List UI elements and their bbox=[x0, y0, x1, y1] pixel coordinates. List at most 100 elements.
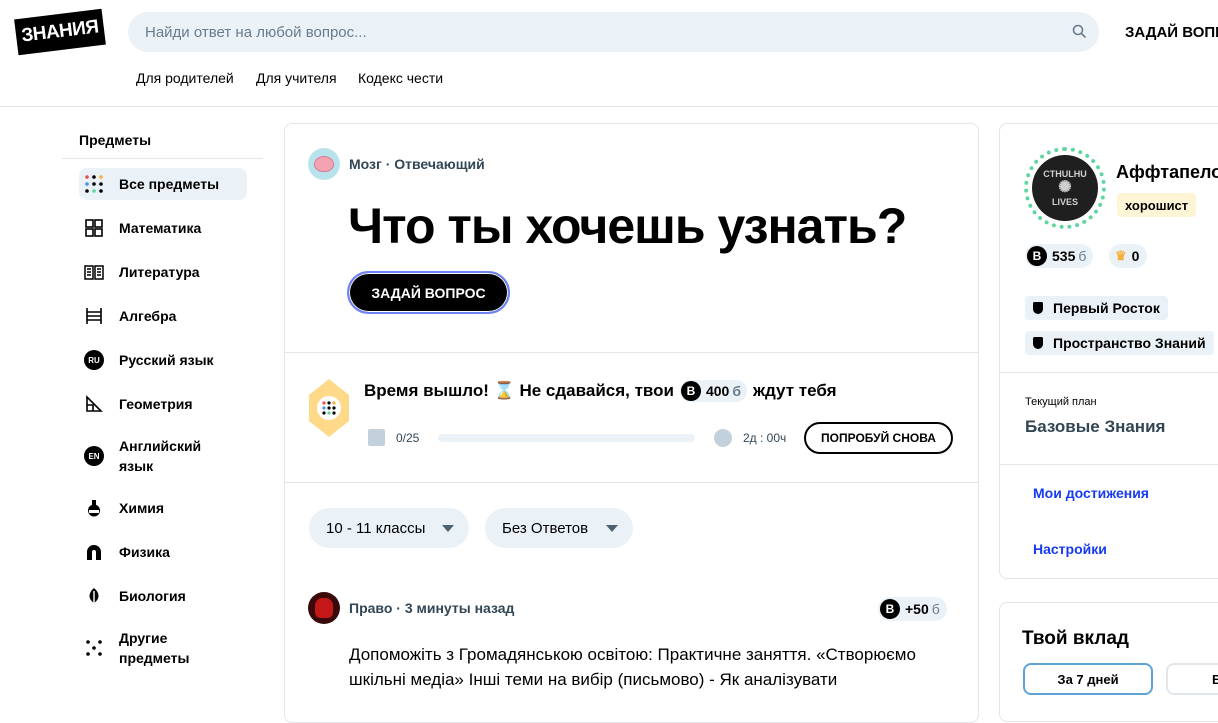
biology-icon bbox=[84, 586, 104, 606]
crown-icon: ♛ bbox=[1115, 248, 1127, 263]
search-icon[interactable] bbox=[1072, 24, 1086, 38]
challenge-text-before: Время вышло! ⌛ Не сдавайся, твои bbox=[364, 381, 674, 400]
username[interactable]: Аффтапело bbox=[1116, 162, 1218, 183]
en-badge: EN bbox=[84, 446, 104, 466]
sidebar-item-biology[interactable]: Биология bbox=[79, 586, 247, 606]
sidebar-item-label: Русский язык bbox=[119, 352, 214, 368]
tab-7-days[interactable]: За 7 дней bbox=[1023, 663, 1153, 695]
challenge-progress-text: 0/25 bbox=[396, 431, 420, 445]
sidebar-item-label: Физика bbox=[119, 544, 170, 560]
profile-divider bbox=[1000, 372, 1218, 373]
sidebar-item-math[interactable]: Математика bbox=[79, 218, 247, 238]
questions-icon bbox=[368, 429, 385, 446]
avatar-text-line2: LIVES bbox=[1051, 197, 1078, 207]
sidebar-item-label-line2: предметы bbox=[119, 650, 190, 666]
challenge-progress-bar bbox=[438, 434, 695, 442]
points-coin-icon: B bbox=[880, 599, 900, 619]
section-divider bbox=[285, 352, 978, 353]
challenge-hexagon-icon bbox=[309, 379, 349, 437]
profile-avatar[interactable]: CTHULHU ✺ LIVES bbox=[1024, 147, 1106, 229]
ask-question-header-button[interactable]: ЗАДАЙ ВОПРО bbox=[1125, 24, 1218, 41]
sidebar-item-literature[interactable]: Литература bbox=[79, 262, 247, 282]
challenge-text-after: ждут тебя bbox=[753, 381, 837, 400]
sidebar-item-label: Геометрия bbox=[119, 396, 193, 412]
sidebar-item-label-line1: Другие bbox=[119, 630, 168, 646]
question-meta: Право · 3 минуты назад bbox=[349, 600, 515, 616]
question-points-pill: B +50 б bbox=[878, 597, 947, 621]
nav-parents-link[interactable]: Для родителей bbox=[136, 70, 234, 86]
sidebar-item-label: Химия bbox=[119, 500, 165, 516]
challenge-points-value: 400 bbox=[705, 383, 730, 399]
question-points-value: +50 bbox=[905, 601, 929, 617]
math-icon bbox=[84, 218, 104, 238]
profile-points-unit: б bbox=[1078, 248, 1087, 264]
achievement-label: Первый Росток bbox=[1053, 300, 1160, 316]
sidebar-divider bbox=[62, 158, 263, 159]
sidebar-item-other-subjects[interactable]: Другие предметы bbox=[79, 628, 247, 668]
retry-challenge-button[interactable]: ПОПРОБУЙ СНОВА bbox=[804, 422, 953, 454]
shield-icon bbox=[1033, 337, 1043, 349]
geometry-icon bbox=[84, 394, 104, 414]
challenge-message: Время вышло! ⌛ Не сдавайся, твои B 400 б… bbox=[364, 380, 837, 402]
status-filter-value: Без Ответов bbox=[502, 519, 589, 537]
sidebar-item-russian[interactable]: RU Русский язык bbox=[79, 350, 247, 370]
question-text-link[interactable]: Допоможіть з Громадянською освітою: Прак… bbox=[349, 642, 959, 692]
sidebar-item-label: Математика bbox=[119, 220, 202, 236]
question-subject-avatar bbox=[308, 592, 340, 624]
user-rank-label: Мозг · Отвечающий bbox=[349, 156, 485, 172]
ru-icon: RU bbox=[84, 350, 104, 370]
sidebar-item-physics[interactable]: Физика bbox=[79, 542, 247, 562]
chemistry-icon bbox=[84, 498, 104, 518]
ask-question-button[interactable]: ЗАДАЙ ВОПРОС bbox=[347, 271, 510, 314]
en-icon: EN bbox=[84, 446, 104, 466]
challenge-time-left: 2д : 00ч bbox=[743, 431, 787, 445]
challenge-points-pill: B 400 б bbox=[679, 380, 747, 402]
nav-teachers-link[interactable]: Для учителя bbox=[256, 70, 337, 86]
grade-filter-dropdown[interactable]: 10 - 11 классы bbox=[309, 508, 469, 548]
search-bar[interactable]: Найди ответ на любой вопрос... bbox=[128, 12, 1099, 52]
hero-title: Что ты хочешь узнать? bbox=[348, 198, 907, 254]
sidebar-item-chemistry[interactable]: Химия bbox=[79, 498, 247, 518]
search-input[interactable]: Найди ответ на любой вопрос... bbox=[145, 24, 367, 41]
profile-points-value: 535 bbox=[1052, 248, 1076, 264]
sidebar-item-algebra[interactable]: Алгебра bbox=[79, 306, 247, 326]
settings-link[interactable]: Настройки bbox=[1033, 541, 1107, 557]
header: ЗНАНИЯ Найди ответ на любой вопрос... ЗА… bbox=[0, 0, 1218, 107]
tab-other-period[interactable]: В bbox=[1166, 663, 1218, 695]
status-filter-dropdown[interactable]: Без Ответов bbox=[485, 508, 633, 548]
question-points-unit: б bbox=[931, 601, 940, 617]
chevron-down-icon bbox=[606, 525, 618, 532]
shield-icon bbox=[1033, 302, 1043, 314]
algebra-icon bbox=[84, 306, 104, 326]
sidebar-item-label: Все предметы bbox=[119, 176, 220, 192]
logo[interactable]: ЗНАНИЯ bbox=[14, 8, 106, 56]
achievement-label: Пространство Знаний bbox=[1053, 335, 1206, 351]
achievement-badge[interactable]: Первый Росток bbox=[1025, 296, 1168, 320]
physics-icon bbox=[84, 542, 104, 562]
sidebar-item-label: Биология bbox=[119, 588, 186, 604]
sidebar-item-english[interactable]: EN Английский язык bbox=[79, 436, 247, 476]
challenge-points-unit: б bbox=[732, 383, 741, 399]
points-coin-icon: B bbox=[1027, 246, 1047, 266]
sidebar-item-all-subjects[interactable]: Все предметы bbox=[79, 168, 247, 200]
sidebar-item-geometry[interactable]: Геометрия bbox=[79, 394, 247, 414]
section-divider bbox=[285, 482, 978, 483]
avatar-image: CTHULHU ✺ LIVES bbox=[1032, 155, 1098, 221]
grade-filter-value: 10 - 11 классы bbox=[326, 519, 426, 537]
achievement-badge[interactable]: Пространство Знаний bbox=[1025, 331, 1214, 355]
sidebar-item-label-line2: язык bbox=[119, 458, 154, 474]
all-subjects-icon bbox=[84, 174, 104, 194]
profile-crowns-pill: ♛ 0 bbox=[1109, 244, 1148, 268]
chevron-down-icon bbox=[442, 525, 454, 532]
octopus-icon: ✺ bbox=[1058, 179, 1072, 196]
contribution-card bbox=[999, 602, 1218, 722]
my-achievements-link[interactable]: Мои достижения bbox=[1033, 485, 1149, 501]
sidebar-title: Предметы bbox=[79, 132, 152, 148]
plan-label: Текущий план bbox=[1025, 396, 1097, 408]
profile-points-pill: B 535 б bbox=[1025, 244, 1094, 268]
brain-icon bbox=[314, 156, 334, 172]
plan-name: Базовые Знания bbox=[1025, 417, 1166, 436]
sidebar-item-label: Литература bbox=[119, 264, 200, 280]
profile-divider bbox=[1000, 464, 1218, 465]
nav-honor-code-link[interactable]: Кодекс чести bbox=[358, 70, 443, 86]
